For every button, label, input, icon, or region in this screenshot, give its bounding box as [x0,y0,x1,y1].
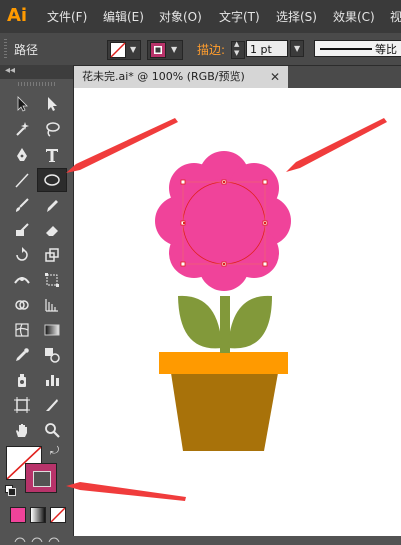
draw-mode-icon [14,537,60,545]
arrow-to-stroke-swatch [66,482,186,501]
arrow-to-ellipse-tool [66,118,178,173]
arrow-to-flower [286,118,387,172]
annotation-arrows [66,118,387,501]
